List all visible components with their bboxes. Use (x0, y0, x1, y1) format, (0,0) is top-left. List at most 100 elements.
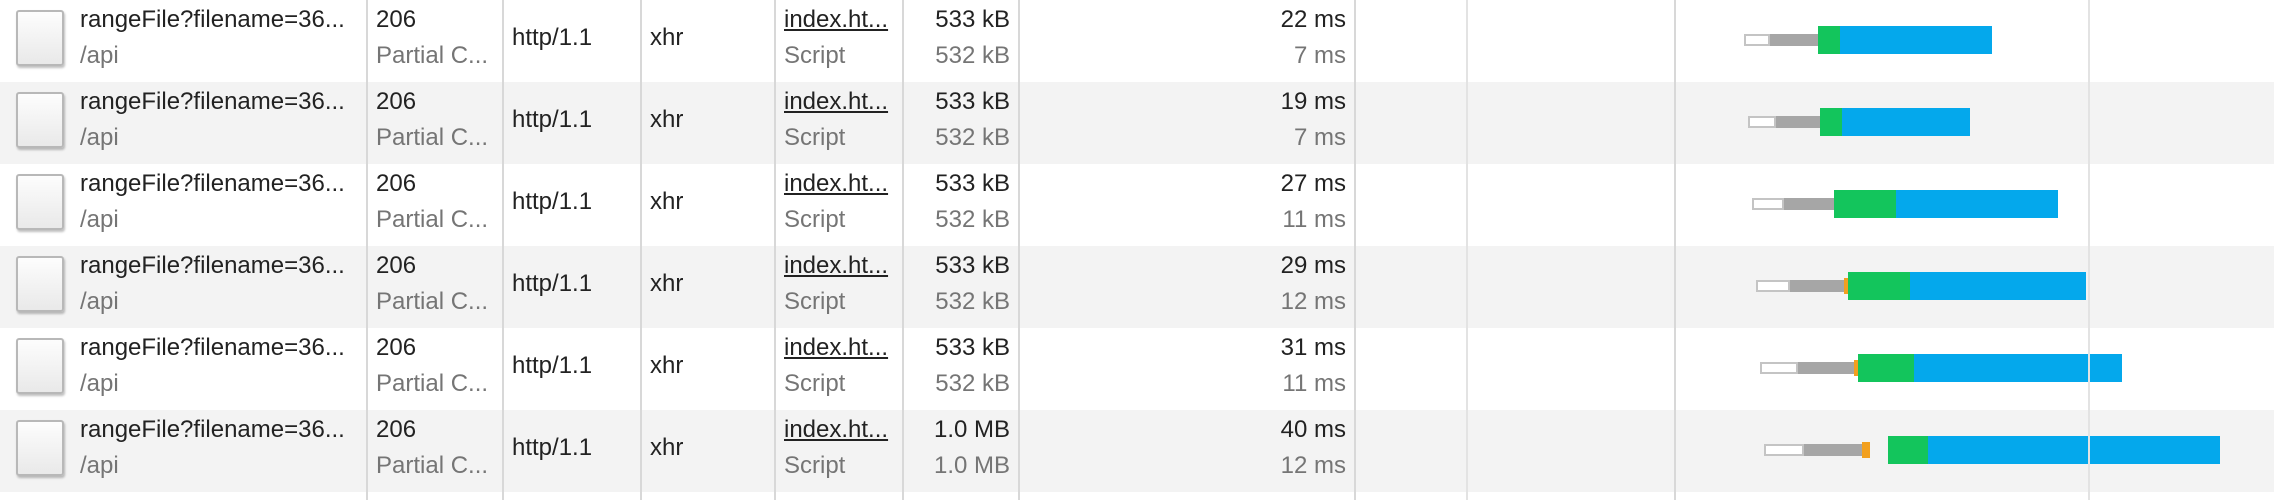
type-cell: xhr (650, 164, 770, 246)
content-download-segment (1910, 272, 2086, 300)
column-divider[interactable] (902, 0, 904, 500)
resource-size: 532 kB (935, 126, 1010, 150)
name-cell[interactable]: rangeFile?filename=36... /api (80, 410, 356, 492)
initiator-link[interactable]: index.ht... (784, 254, 896, 278)
initiator-type: Script (784, 126, 846, 150)
status-cell: 206 Partial C... (376, 410, 496, 492)
waiting-ttfb-segment (1818, 26, 1840, 54)
resource-size: 532 kB (935, 44, 1010, 68)
status-code: 206 (376, 418, 417, 442)
protocol-cell: http/1.1 (512, 164, 636, 246)
column-divider[interactable] (640, 0, 642, 500)
protocol-value: http/1.1 (512, 352, 593, 379)
column-divider[interactable] (774, 0, 776, 500)
protocol-value: http/1.1 (512, 24, 593, 51)
content-download-segment (1896, 190, 2058, 218)
stalled-segment (1776, 116, 1820, 128)
initiator-cell[interactable]: index.ht... Script (784, 82, 896, 164)
table-row[interactable]: rangeFile?filename=36... /api 206 Partial C… (0, 246, 2274, 328)
protocol-cell: http/1.1 (512, 328, 636, 410)
stalled-segment (1804, 444, 1862, 456)
type-value: xhr (650, 106, 684, 133)
queueing-segment (1756, 280, 1790, 292)
request-name[interactable]: rangeFile?filename=36... (80, 8, 356, 32)
time-cell: 22 ms 7 ms (1030, 0, 1346, 82)
size-cell: 533 kB 532 kB (920, 82, 1010, 164)
network-request-table: rangeFile?filename=36... /api 206 Partial C… (0, 0, 2274, 500)
latency-time: 12 ms (1280, 290, 1346, 314)
waiting-ttfb-segment (1888, 436, 1928, 464)
name-cell[interactable]: rangeFile?filename=36... /api (80, 164, 356, 246)
transfer-size: 533 kB (935, 90, 1010, 114)
transfer-size: 533 kB (935, 336, 1010, 360)
initiator-link[interactable]: index.ht... (784, 8, 896, 32)
initiator-cell[interactable]: index.ht... Script (784, 328, 896, 410)
status-text: Partial C... (376, 126, 489, 150)
initiator-cell[interactable]: index.ht... Script (784, 164, 896, 246)
waiting-ttfb-segment (1834, 190, 1896, 218)
request-name[interactable]: rangeFile?filename=36... (80, 90, 356, 114)
status-text: Partial C... (376, 44, 489, 68)
latency-time: 11 ms (1282, 372, 1346, 396)
initiator-link[interactable]: index.ht... (784, 418, 896, 442)
queueing-segment (1764, 444, 1804, 456)
time-cell: 27 ms 11 ms (1030, 164, 1346, 246)
column-divider[interactable] (1018, 0, 1020, 500)
status-cell: 206 Partial C... (376, 164, 496, 246)
column-divider[interactable] (1354, 0, 1356, 500)
status-code: 206 (376, 8, 417, 32)
initiator-cell[interactable]: index.ht... Script (784, 246, 896, 328)
request-name[interactable]: rangeFile?filename=36... (80, 336, 356, 360)
table-row[interactable]: rangeFile?filename=36... /api 206 Partial C… (0, 410, 2274, 492)
column-divider[interactable] (366, 0, 368, 500)
request-name[interactable]: rangeFile?filename=36... (80, 254, 356, 278)
content-download-segment (1914, 354, 2122, 382)
initiator-type: Script (784, 44, 846, 68)
stalled-segment (1770, 34, 1818, 46)
initiator-cell[interactable]: index.ht... Script (784, 0, 896, 82)
document-icon (16, 338, 64, 394)
type-cell: xhr (650, 0, 770, 82)
name-cell[interactable]: rangeFile?filename=36... /api (80, 0, 356, 82)
document-icon (16, 256, 64, 312)
name-cell[interactable]: rangeFile?filename=36... /api (80, 82, 356, 164)
latency-time: 11 ms (1282, 208, 1346, 232)
table-row[interactable]: rangeFile?filename=36... /api 206 Partial C… (0, 164, 2274, 246)
column-divider[interactable] (502, 0, 504, 500)
request-name[interactable]: rangeFile?filename=36... (80, 172, 356, 196)
status-cell: 206 Partial C... (376, 328, 496, 410)
protocol-value: http/1.1 (512, 434, 593, 461)
table-row[interactable]: rangeFile?filename=36... /api 206 Partial C… (0, 82, 2274, 164)
time-cell: 31 ms 11 ms (1030, 328, 1346, 410)
table-row[interactable]: rangeFile?filename=36... /api 206 Partial C… (0, 0, 2274, 82)
initiator-type: Script (784, 454, 846, 478)
latency-time: 7 ms (1293, 44, 1346, 68)
initiator-cell[interactable]: index.ht... Script (784, 410, 896, 492)
latency-time: 7 ms (1293, 126, 1346, 150)
status-code: 206 (376, 336, 417, 360)
total-time: 22 ms (1280, 8, 1346, 32)
status-code: 206 (376, 254, 417, 278)
initiator-link[interactable]: index.ht... (784, 336, 896, 360)
document-icon (16, 420, 64, 476)
name-cell[interactable]: rangeFile?filename=36... /api (80, 246, 356, 328)
status-text: Partial C... (376, 454, 489, 478)
table-row[interactable]: rangeFile?filename=36... /api 206 Partial C… (0, 328, 2274, 410)
initiator-type: Script (784, 372, 846, 396)
request-path: /api (80, 126, 119, 150)
protocol-value: http/1.1 (512, 106, 593, 133)
type-cell: xhr (650, 82, 770, 164)
transfer-size: 533 kB (935, 172, 1010, 196)
name-cell[interactable]: rangeFile?filename=36... /api (80, 328, 356, 410)
time-cell: 19 ms 7 ms (1030, 82, 1346, 164)
type-cell: xhr (650, 328, 770, 410)
initiator-link[interactable]: index.ht... (784, 90, 896, 114)
column-divider[interactable] (1674, 0, 1676, 500)
size-cell: 533 kB 532 kB (920, 328, 1010, 410)
request-path: /api (80, 290, 119, 314)
initiator-link[interactable]: index.ht... (784, 172, 896, 196)
initiator-type: Script (784, 290, 846, 314)
request-name[interactable]: rangeFile?filename=36... (80, 418, 356, 442)
total-time: 31 ms (1280, 336, 1346, 360)
queueing-segment (1744, 34, 1770, 46)
